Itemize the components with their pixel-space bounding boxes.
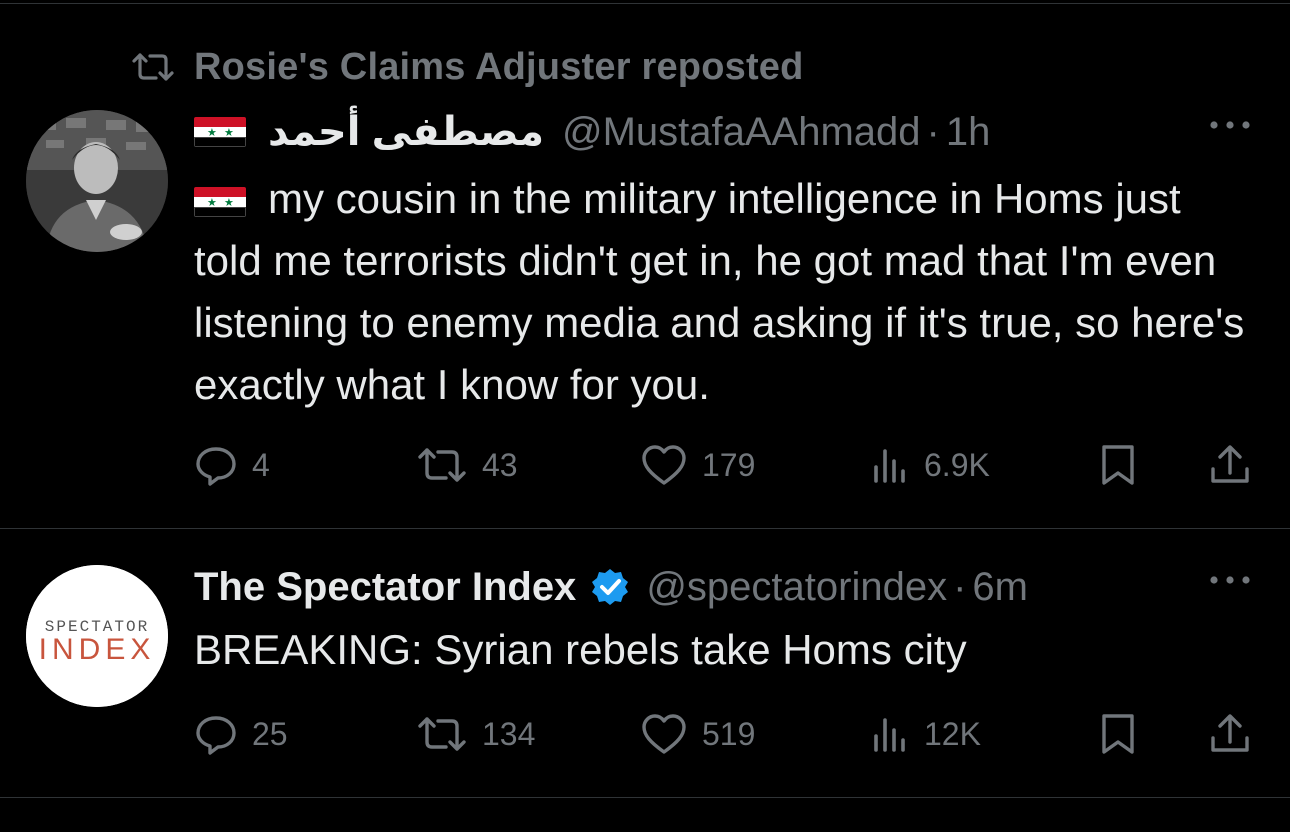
views-count: 6.9K xyxy=(924,446,990,483)
reply-button[interactable]: 4 xyxy=(194,440,270,490)
share-button[interactable] xyxy=(1208,709,1252,759)
avatar-photo xyxy=(26,110,168,252)
repost-count: 43 xyxy=(482,446,518,483)
views-button[interactable]: 12K xyxy=(870,709,981,759)
like-icon xyxy=(642,445,686,485)
separator: · xyxy=(953,564,967,609)
share-icon xyxy=(1211,445,1249,483)
repost-context[interactable]: Rosie's Claims Adjuster reposted xyxy=(130,44,804,90)
tweet-text: ★ ★ my cousin in the military intelligence… xyxy=(194,168,1260,416)
tweet-text-content: my cousin in the military intelligence i… xyxy=(194,175,1245,408)
author-handle[interactable]: @MustafaAAhmadd xyxy=(562,110,921,155)
bookmark-button[interactable] xyxy=(1098,709,1138,759)
action-bar: 25 134 519 12K xyxy=(194,709,1260,759)
timestamp[interactable]: 6m xyxy=(972,565,1028,610)
avatar[interactable]: SPECTATOR INDEX xyxy=(26,565,168,707)
reply-count: 4 xyxy=(252,446,270,483)
share-icon xyxy=(1211,714,1249,752)
logo-line2: INDEX xyxy=(39,633,156,666)
repost-icon xyxy=(418,448,466,482)
syria-flag-icon: ★ ★ xyxy=(194,117,246,147)
timestamp[interactable]: 1h xyxy=(946,110,991,155)
tweet-body: ★ ★ مصطفى أحمد @MustafaAAhmadd · 1h ★ ★ my … xyxy=(194,104,1260,416)
tweet-header: The Spectator Index @spectatorindex · 6m xyxy=(194,559,1260,615)
more-icon[interactable] xyxy=(1200,110,1260,140)
repost-button[interactable]: 43 xyxy=(416,440,518,490)
views-count: 12K xyxy=(924,715,981,752)
syria-flag-icon: ★ ★ xyxy=(194,186,246,217)
reply-count: 25 xyxy=(252,715,288,752)
views-icon xyxy=(874,449,905,483)
share-button[interactable] xyxy=(1208,440,1252,490)
separator: · xyxy=(926,109,940,154)
tweet-body: The Spectator Index @spectatorindex · 6m… xyxy=(194,559,1260,681)
repost-count: 134 xyxy=(482,715,536,752)
tweet-header: ★ ★ مصطفى أحمد @MustafaAAhmadd · 1h xyxy=(194,104,1260,160)
repost-button[interactable]: 134 xyxy=(416,709,535,759)
like-button[interactable]: 519 xyxy=(640,709,755,759)
repost-icon xyxy=(418,717,466,751)
repost-label: Rosie's Claims Adjuster reposted xyxy=(194,45,804,88)
more-icon[interactable] xyxy=(1200,565,1260,595)
like-count: 179 xyxy=(702,446,756,483)
bookmark-icon xyxy=(1102,445,1134,485)
author-name[interactable]: The Spectator Index xyxy=(194,565,576,610)
spectator-index-logo: SPECTATOR INDEX xyxy=(26,565,168,707)
author-handle[interactable]: @spectatorindex xyxy=(646,565,947,610)
views-icon xyxy=(874,718,905,752)
views-button[interactable]: 6.9K xyxy=(870,440,990,490)
reply-button[interactable]: 25 xyxy=(194,709,288,759)
avatar[interactable] xyxy=(26,110,168,252)
verified-badge-icon xyxy=(592,569,629,605)
repost-icon xyxy=(132,53,174,81)
bookmark-icon xyxy=(1102,714,1134,754)
tweet-text: BREAKING: Syrian rebels take Homs city xyxy=(194,626,967,673)
tweet-article[interactable]: Rosie's Claims Adjuster reposted ★ ★ مصطف… xyxy=(0,0,1290,528)
like-icon xyxy=(642,714,686,754)
tweet-article[interactable]: SPECTATOR INDEX The Spectator Index @spe… xyxy=(0,529,1290,797)
like-count: 519 xyxy=(702,715,756,752)
bookmark-button[interactable] xyxy=(1098,440,1138,490)
reply-icon xyxy=(196,716,236,755)
author-name[interactable]: مصطفى أحمد xyxy=(268,109,544,155)
like-button[interactable]: 179 xyxy=(640,440,755,490)
tweet-divider xyxy=(0,797,1290,798)
action-bar: 4 43 179 6.9K xyxy=(194,440,1260,490)
reply-icon xyxy=(196,447,236,486)
